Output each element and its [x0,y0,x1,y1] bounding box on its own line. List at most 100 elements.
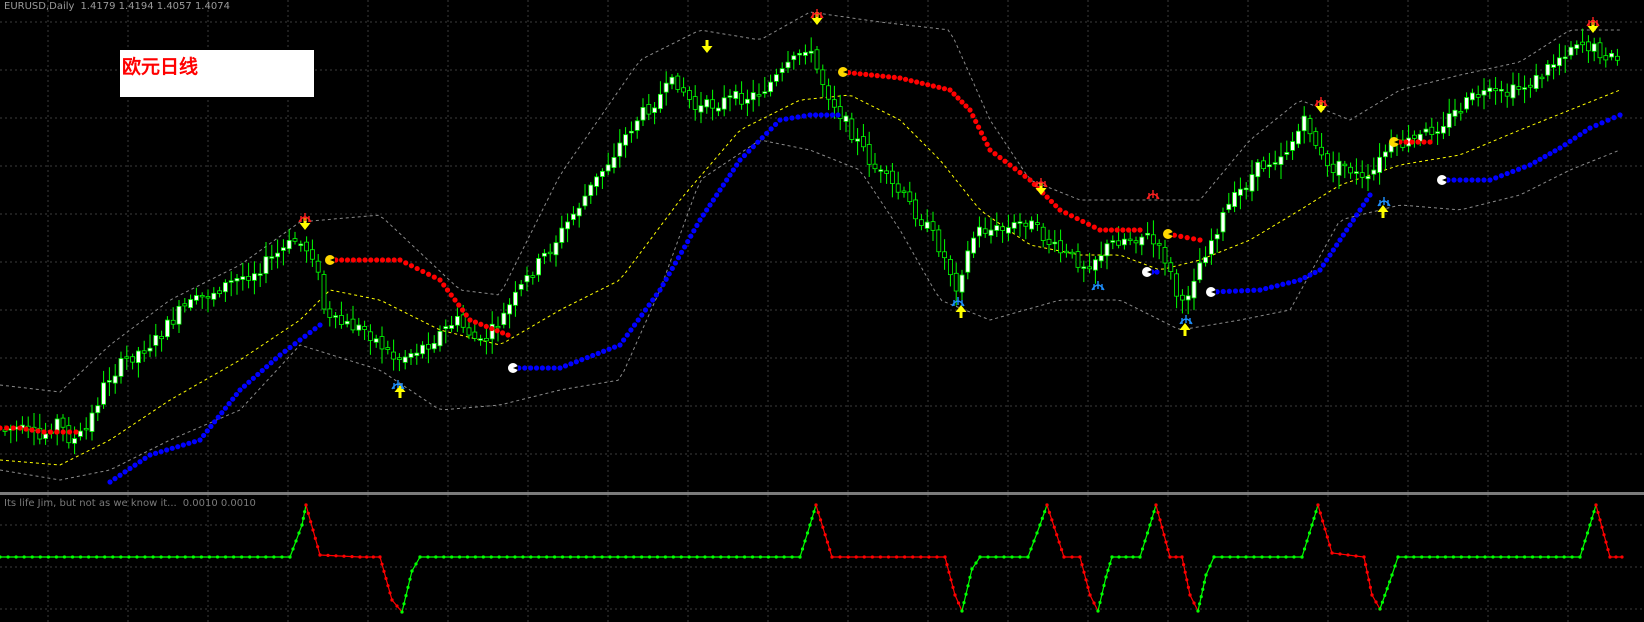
candle-body-bear [466,327,472,336]
trail-dot-up [528,365,534,371]
trail-dot-up [1327,252,1333,258]
trail-dot-down [857,71,863,77]
oscillator-point [1292,555,1296,559]
candle-body-bear [315,260,321,273]
trail-dot-up [297,337,303,343]
oscillator-point [386,584,390,588]
oscillator-point [1196,609,1200,613]
trail-dot-down [437,277,443,283]
indicator-canvas[interactable] [0,495,1644,622]
oscillator-point [854,555,858,559]
trail-dot-up [700,212,706,218]
trail-dot-up [1324,257,1330,263]
trail-dot-down [362,257,368,263]
oscillator-point [919,555,923,559]
candle-body-bull [855,138,860,142]
oscillator-point [818,518,823,522]
trail-dot-up [307,329,313,336]
candle-body-bull [344,320,350,325]
trail-dot-up [818,112,824,118]
candle-body-bear [1151,234,1156,245]
trail-dot-down [489,325,495,332]
trail-dot-down [408,263,415,269]
candle-body-bull [733,91,739,99]
oscillator-point [798,555,802,559]
oscillator-point [1040,516,1044,520]
trail-dot-up [1317,267,1323,273]
candle-body-bull [965,250,971,273]
trail-dot-up [724,177,730,183]
trail-dot-up [772,121,779,128]
trail-dot-down [441,282,447,288]
candle-body-bull [1220,212,1226,233]
oscillator-point [521,555,525,559]
oscillator-point [1530,555,1535,559]
oscillator-point [560,555,565,559]
trail-dot-up [606,346,612,352]
oscillator-point [1443,555,1448,559]
oscillator-point [1088,593,1092,597]
candle-body-bull [959,274,965,293]
oscillator-point [1212,555,1216,559]
candle-body-bull [1197,262,1203,281]
trail-dot-up [197,437,203,443]
trail-dot-up [164,447,170,453]
trail-dot-down [420,268,426,275]
oscillator-line-down [305,504,403,613]
candle-body-bear [1307,118,1313,135]
trail-dot-up [312,326,318,332]
candle-body-bull [1365,175,1371,180]
up-arrow-icon [394,385,406,398]
candle-body-bear [83,427,89,431]
candle-body-bear [1330,163,1336,173]
oscillator-point [1201,587,1205,591]
oscillator-lines [0,503,1624,614]
oscillator-point [135,555,139,559]
oscillator-point [434,555,438,559]
oscillator-point [1435,555,1440,559]
candle-body-bear [948,259,953,276]
text-label-box[interactable]: 欧元日线 [120,50,314,97]
trail-dot-up [268,360,274,366]
candle-body-bull [785,61,791,69]
oscillator-point [1110,555,1114,559]
candle-body-bull [565,221,570,230]
indicator-pane[interactable]: Its life Jim, but not as we know it... 0.… [0,495,1644,622]
candle-body-bull [576,207,582,217]
oscillator-point [358,555,362,559]
candle-body-bear [756,94,762,97]
oscillator-point [408,577,412,581]
trail-dot-up [1521,164,1527,170]
oscillator-point [1268,555,1272,559]
oscillator-point [1164,540,1168,544]
oscillator-point [301,516,305,520]
oscillator-point [1578,555,1582,559]
candle-body-bear [60,417,66,428]
candle-body-bear [1615,55,1620,61]
oscillator-point [1499,555,1503,559]
trail-dot-up [650,297,656,303]
trail-dot-down [1108,227,1115,233]
trail-dot-down [914,79,920,85]
oscillator-point [418,555,422,559]
oscillator-point [318,553,322,557]
trail-dot-down [874,73,880,79]
trail-dot-down [973,118,979,125]
oscillator-point [711,555,715,559]
candle-body-bear [1475,94,1481,98]
trail-dot-up [617,342,623,348]
oscillator-point [568,555,573,559]
oscillator-point [402,602,406,606]
candle-body-bear [1064,250,1069,254]
trail-dot-up [1562,142,1568,148]
candle-body-bear [350,318,356,331]
candle-body-bear [124,356,130,359]
candle-body-bull [1557,57,1562,67]
oscillator-point [828,547,832,552]
trail-dot-up [1232,288,1239,294]
trail-dot-up [180,442,186,448]
candle-body-bull [750,92,756,101]
oscillator-point [742,555,747,559]
price-chart-pane[interactable]: EURUSD,Daily 1.4179 1.4194 1.4057 1.4074 … [0,0,1644,492]
mt4-chart-window[interactable]: EURUSD,Daily 1.4179 1.4194 1.4057 1.4074 … [0,0,1644,622]
